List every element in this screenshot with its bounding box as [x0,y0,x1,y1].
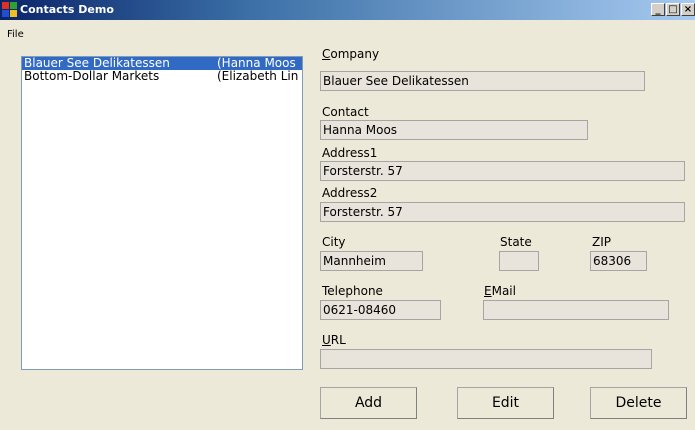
contact-list-item[interactable]: Bottom-Dollar Markets (Elizabeth Lin [22,70,302,83]
delete-button[interactable]: Delete [590,387,687,419]
zip-field[interactable]: 68306 [590,251,647,271]
state-label: State [500,235,532,249]
zip-label: ZIP [592,235,611,249]
menu-bar: File [0,20,695,42]
app-icon [2,2,17,17]
contact-person: (Elizabeth Lin [217,69,299,83]
address2-field[interactable]: Forsterstr. 57 [320,202,685,222]
telephone-label: Telephone [322,284,383,298]
contact-field[interactable]: Hanna Moos [320,120,588,140]
address2-label: Address2 [322,186,378,200]
menu-file[interactable]: File [7,29,24,41]
email-field[interactable] [483,300,669,320]
address1-label: Address1 [322,146,378,160]
minimize-button[interactable]: _ [651,3,665,16]
company-field[interactable]: Blauer See Delikatessen [320,71,645,91]
contact-company: Bottom-Dollar Markets [24,69,160,83]
url-field[interactable] [320,349,652,369]
window-title: Contacts Demo [20,3,114,16]
state-field[interactable] [499,251,539,271]
edit-button[interactable]: Edit [457,387,554,419]
close-button[interactable]: × [681,3,695,16]
city-label: City [322,235,346,249]
city-field[interactable]: Mannheim [320,251,423,271]
maximize-button[interactable]: □ [666,3,680,16]
contacts-list[interactable]: Blauer See Delikatessen (Hanna Moos Bottom… [21,56,303,370]
address1-field[interactable]: Forsterstr. 57 [320,161,685,181]
email-label: EMail [484,284,516,298]
company-label: Company [322,47,380,61]
telephone-field[interactable]: 0621-08460 [320,300,441,320]
url-label: URL [322,333,346,347]
add-button[interactable]: Add [320,387,417,419]
contact-label: Contact [322,105,369,119]
title-bar[interactable]: Contacts Demo _ □ × [0,0,695,20]
